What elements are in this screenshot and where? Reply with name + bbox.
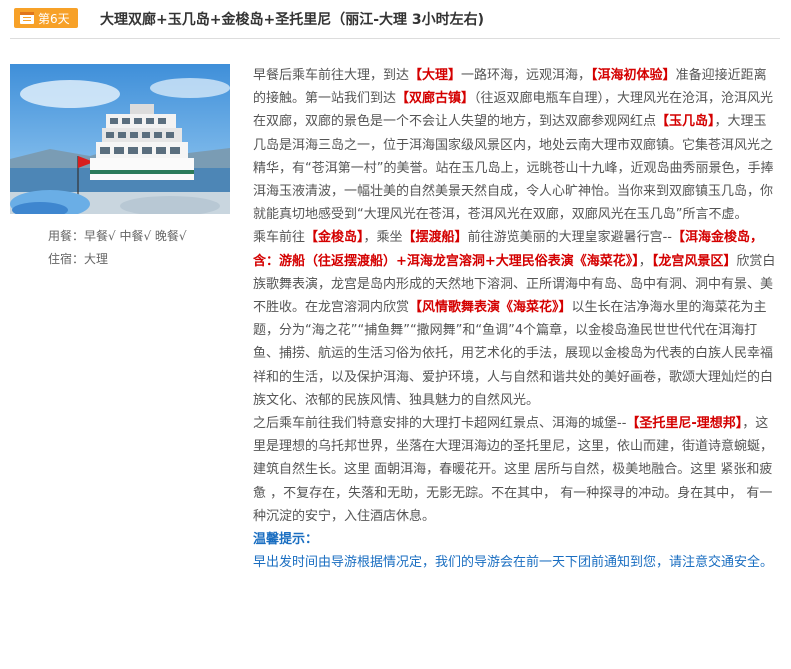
body-text: ，这里是理想的乌托邦世界，坐落在大理洱海边的圣托里尼，这里，依山而建，街道诗意蜿… [253,416,774,524]
itinerary-content: 早餐后乘车前往大理，到达【大理】一路环海，远观洱海，【洱海初体验】准备迎接近距离… [253,64,779,574]
day-header: 第6天 大理双廊+玉几岛+金梭岛+圣托里尼（丽江-大理 3小时左右) [10,0,780,39]
day-title: 大理双廊+玉几岛+金梭岛+圣托里尼（丽江-大理 3小时左右) [100,12,485,28]
highlight-text: 【圣托里尼-理想邦】 [626,416,743,432]
highlight-text: 【摆渡船】 [402,230,468,246]
highlight-text: 【龙宫风景区】 [651,253,737,269]
body-text: 前往游览美丽的大理皇家避暑行宫-- [467,230,672,246]
body-text: ，乘坐 [363,230,403,246]
ship-photo-image [10,64,230,214]
body-text: ，大理玉几岛是洱海三岛之一，位于洱海国家级风景区内，地处云南大理市双廊镇。它集苍… [253,114,774,223]
body-text: 以生长在洁净海水里的海菜花为主题，分为“海之花”“捕鱼舞”“撒网舞”和“鱼调”4… [253,300,774,408]
body-text: 一路环海，远观洱海， [461,68,592,83]
highlight-text: 【玉几岛】 [656,114,715,130]
body-text: 之后乘车前往我们特意安排的大理打卡超网红景点、洱海的城堡-- [253,416,627,432]
day-badge: 第6天 [14,8,78,28]
tips-title: 温馨提示： [253,532,319,548]
ship-photo [10,64,230,214]
highlight-text: 【大理】 [409,68,462,83]
body-text: 乘车前往 [253,230,306,246]
itinerary-paragraph-2: 乘车前往【金梭岛】，乘坐【摆渡船】前往游览美丽的大理皇家避暑行宫--【洱海金梭岛… [253,226,779,412]
itinerary-paragraph-3: 之后乘车前往我们特意安排的大理打卡超网红景点、洱海的城堡--【圣托里尼-理想邦】… [253,412,779,528]
highlight-text: 【洱海初体验】 [591,68,676,83]
highlight-text: 【双廊古镇】 [396,91,475,107]
highlight-text: 【风情歌舞表演《海菜花》】 [409,300,572,316]
tips-body: 早出发时间由导游根据情况定，我们的导游会在前一天下团前通知到您，请注意交通安全。 [253,555,774,571]
stay-info: 住宿：大理 [48,252,109,266]
calendar-icon [20,12,34,24]
highlight-text: 【金梭岛】 [305,230,364,246]
body-text: ， [638,253,652,269]
itinerary-paragraph-1: 早餐后乘车前往大理，到达【大理】一路环海，远观洱海，【洱海初体验】准备迎接近距离… [253,64,779,226]
body-text: 早餐后乘车前往大理，到达 [253,68,410,83]
meals-info: 用餐：早餐√ 中餐√ 晚餐√ [48,229,187,243]
day-label: 第6天 [38,11,70,26]
